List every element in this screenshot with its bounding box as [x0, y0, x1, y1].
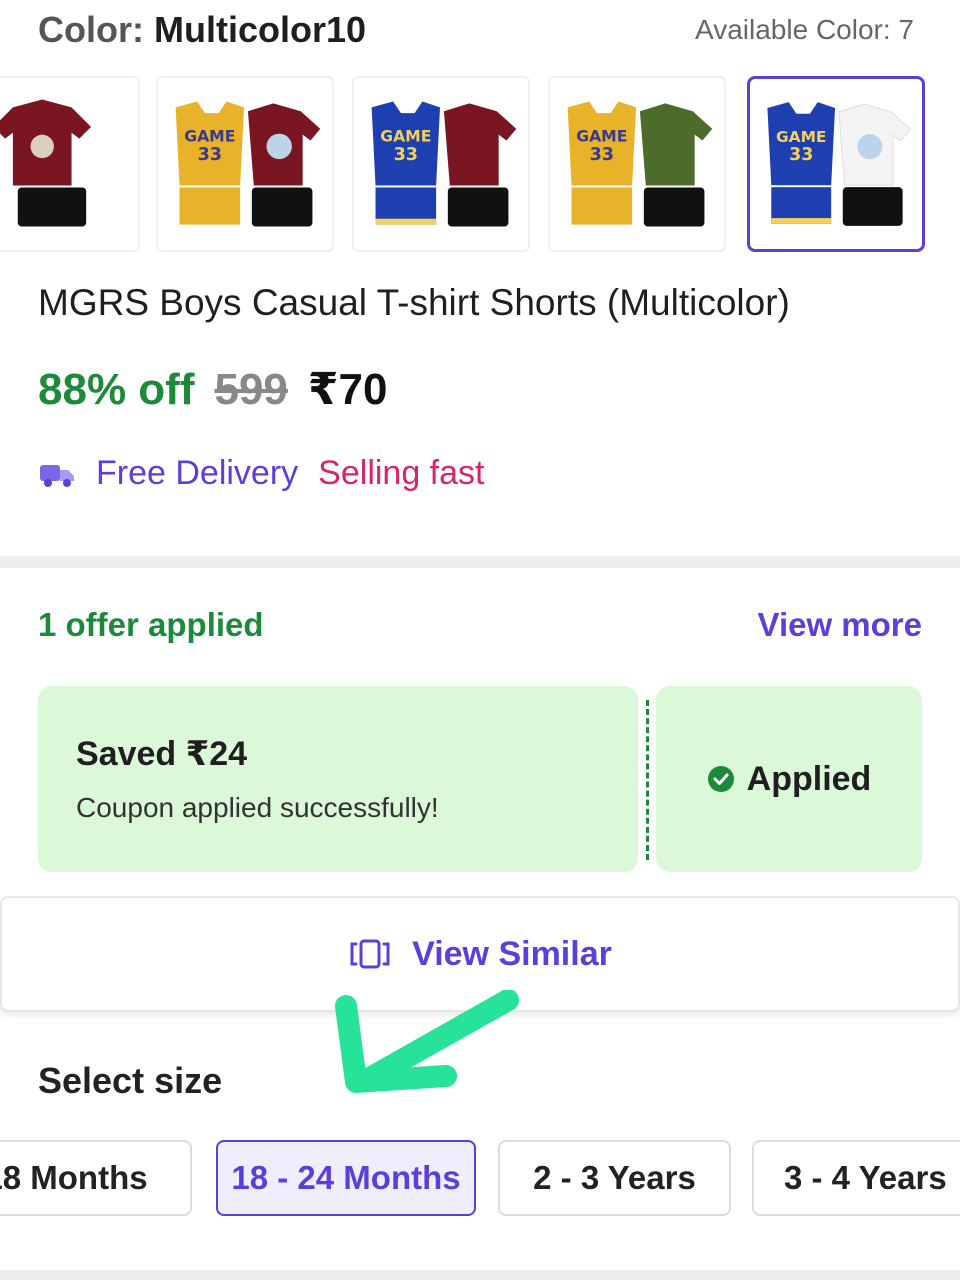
view-more-link[interactable]: View more — [758, 606, 922, 644]
annotation-arrow-icon — [335, 990, 519, 1093]
variant-thumbnail-4[interactable]: GAME 33 — [548, 76, 726, 252]
available-colors: Available Color: 7 — [695, 14, 914, 45]
variant-thumbnail-3[interactable]: GAME 33 — [352, 76, 530, 252]
svg-text:33: 33 — [789, 145, 813, 165]
view-similar-label: View Similar — [412, 934, 612, 973]
size-option-18-months[interactable]: 18 Months — [0, 1140, 192, 1216]
saved-amount: Saved ₹24 — [76, 735, 248, 773]
size-options: 18 Months 18 - 24 Months 2 - 3 Years 3 -… — [0, 1140, 960, 1218]
color-title: Color: Multicolor10 — [38, 9, 366, 51]
svg-text:33: 33 — [198, 145, 222, 165]
variant-thumbnail-5-selected[interactable]: GAME 33 — [747, 76, 925, 252]
check-circle-icon — [707, 766, 734, 792]
variant-thumbnail-2[interactable]: GAME 33 — [156, 76, 334, 252]
outfit-image-2: GAME 33 — [175, 101, 321, 227]
color-value: Multicolor10 — [154, 9, 367, 50]
selling-price: ₹70 — [307, 365, 388, 414]
delivery-tags: Free Delivery Selling fast — [38, 454, 485, 493]
svg-text:GAME: GAME — [776, 128, 827, 146]
bottom-divider — [0, 1270, 960, 1280]
product-title: MGRS Boys Casual T-shirt Shorts (Multico… — [38, 282, 790, 323]
svg-text:GAME: GAME — [576, 127, 627, 146]
outfit-image-3: GAME 33 — [371, 101, 517, 227]
size-option-2-3-years[interactable]: 2 - 3 Years — [498, 1140, 731, 1216]
offers-header: 1 offer applied View more — [38, 606, 922, 644]
coupon-message: Coupon applied successfully! — [76, 792, 439, 823]
svg-text:GAME: GAME — [184, 127, 235, 146]
discount-percent: 88% off — [38, 365, 195, 414]
price-row: 88% off 599 ₹70 — [38, 364, 387, 415]
variant-thumbnail-1[interactable] — [0, 76, 140, 252]
svg-text:33: 33 — [394, 145, 418, 165]
outfit-image-1 — [0, 99, 92, 227]
coupon-card: Saved ₹24 Coupon applied successfully! — [38, 686, 638, 872]
original-price: 599 — [214, 365, 288, 414]
svg-text:33: 33 — [590, 145, 614, 165]
outfit-image-5: GAME 33 — [767, 102, 912, 226]
svg-text:GAME: GAME — [380, 127, 431, 146]
free-delivery-label: Free Delivery — [96, 454, 299, 492]
coupon-dashed-separator — [646, 700, 649, 860]
color-variant-carousel[interactable]: GAME 33 GAME 33 GAME 33 GAME 33 — [0, 76, 960, 254]
select-size-heading: Select size — [38, 1060, 223, 1101]
outfit-image-4: GAME 33 — [567, 101, 713, 227]
similar-products-icon — [350, 939, 390, 969]
size-option-18-24-months[interactable]: 18 - 24 Months — [216, 1140, 476, 1216]
offers-applied-count: 1 offer applied — [38, 606, 264, 643]
applied-label: Applied — [746, 759, 872, 798]
selling-fast-label: Selling fast — [318, 454, 485, 492]
color-header: Color: Multicolor10 Available Color: 7 — [38, 8, 914, 52]
coupon-applied-status[interactable]: Applied — [656, 686, 922, 872]
section-divider — [0, 556, 960, 568]
color-label: Color: — [38, 9, 144, 50]
delivery-truck-icon — [40, 464, 74, 487]
size-option-3-4-years[interactable]: 3 - 4 Years — [752, 1140, 960, 1216]
